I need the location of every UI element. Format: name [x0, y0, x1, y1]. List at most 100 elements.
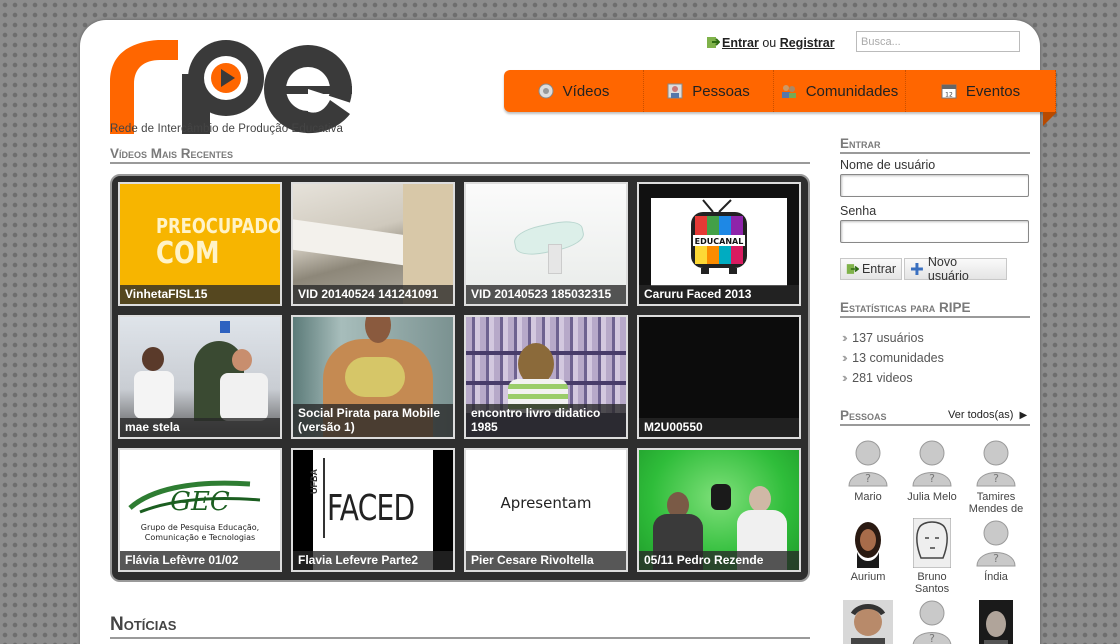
user-drawing-avatar: [913, 518, 951, 568]
video-thumb[interactable]: VID 20140524 141241091: [291, 182, 455, 306]
video-thumb-vinhetafisl15[interactable]: PREOCUPADO COM VinhetaFISL15: [118, 182, 282, 306]
video-thumb[interactable]: 05/11 Pedro Rezende: [637, 448, 801, 572]
video-icon: [538, 83, 554, 99]
brand-tagline: Rede de Intercâmbio de Produção Educativ…: [110, 123, 343, 135]
video-thumb[interactable]: VID 20140523 185032315: [464, 182, 628, 306]
video-thumb[interactable]: Apresentam Pier Cesare Rivoltella: [464, 448, 628, 572]
overlay-text: UFBA: [309, 469, 319, 494]
person-name: Índia: [984, 571, 1008, 583]
video-thumb[interactable]: mae stela: [118, 315, 282, 439]
user-photo-avatar: [847, 518, 889, 568]
svg-text:Comunicação e Tecnologias: Comunicação e Tecnologias: [145, 533, 255, 542]
person-name: Aurium: [850, 571, 886, 583]
svg-text:?: ?: [993, 552, 999, 565]
login-link[interactable]: Entrar: [722, 36, 759, 50]
person-card[interactable]: ?: [900, 598, 964, 644]
person-name: Mario: [854, 491, 882, 503]
videos-heading: Vídeos Mais Recentes: [110, 146, 810, 164]
default-avatar-icon: ?: [976, 440, 1016, 487]
login-button-label: Entrar: [861, 262, 896, 276]
news-heading: Notícias: [110, 614, 810, 639]
top-auth-links: Entrar ou Registrar: [706, 35, 835, 50]
person-icon: [667, 83, 683, 99]
new-user-button[interactable]: Novo usuário: [904, 255, 1007, 283]
stat-item: ›› 137 usuários: [842, 330, 924, 345]
calendar-icon: 12: [941, 84, 957, 99]
person-card[interactable]: ? Tamires Mendes de: [964, 438, 1028, 515]
video-title: 05/11 Pedro Rezende: [639, 551, 799, 570]
person-card[interactable]: Bruno Santos: [900, 518, 964, 595]
video-thumb[interactable]: UFBA FACED Flavia Lefevre Parte2: [291, 448, 455, 572]
nav-communities[interactable]: Comunidades: [774, 70, 906, 112]
video-thumb[interactable]: GEC Grupo de Pesquisa Educação, Comunica…: [118, 448, 282, 572]
video-title: VinhetaFISL15: [120, 285, 280, 304]
nav-events[interactable]: 12 Eventos: [906, 70, 1056, 112]
default-avatar-icon: ?: [912, 440, 952, 487]
password-field[interactable]: [840, 220, 1029, 243]
arrow-right-icon: ▶: [1019, 410, 1028, 421]
register-link[interactable]: Registrar: [780, 36, 835, 50]
svg-text:?: ?: [993, 472, 999, 485]
overlay-text: PREOCUPADO: [156, 214, 282, 238]
video-thumb[interactable]: M2U00550: [637, 315, 801, 439]
person-card[interactable]: ? Mario: [836, 438, 900, 503]
svg-text:EDUCANAL: EDUCANAL: [695, 237, 744, 246]
see-all-people-link[interactable]: Ver todos(as) ▶: [948, 409, 1027, 421]
login-heading: Entrar: [840, 136, 1030, 154]
nav-events-label: Eventos: [965, 82, 1021, 100]
nav-people-label: Pessoas: [692, 82, 750, 100]
person-card[interactable]: [836, 600, 900, 644]
video-title: M2U00550: [639, 418, 799, 437]
nav-communities-label: Comunidades: [805, 82, 899, 100]
default-avatar-icon: ?: [848, 440, 888, 487]
overlay-text: Apresentam: [500, 494, 592, 512]
video-thumb[interactable]: Social Pirata para Mobile (versão 1): [291, 315, 455, 439]
community-icon: [781, 85, 796, 98]
nav-videos-label: Vídeos: [562, 82, 610, 100]
user-photo-avatar: [979, 600, 1013, 644]
search-input[interactable]: [856, 31, 1020, 52]
login-icon: [707, 37, 720, 48]
nav-videos[interactable]: Vídeos: [504, 70, 644, 112]
person-card[interactable]: Aurium: [836, 518, 900, 583]
video-thumb[interactable]: encontro livro didatico 1985: [464, 315, 628, 439]
login-icon: [846, 264, 859, 274]
main-navigation: Vídeos Pessoas Comunidades 12 Eventos: [504, 70, 1057, 126]
video-title: VID 20140524 141241091: [293, 285, 453, 304]
login-button[interactable]: Entrar: [840, 258, 902, 280]
person-name: Bruno Santos: [914, 571, 950, 595]
person-name: Tamires Mendes de: [968, 491, 1024, 515]
page-container: Rede de Intercâmbio de Produção Educativ…: [80, 20, 1057, 644]
password-label: Senha: [840, 204, 877, 218]
video-title: encontro livro didatico 1985: [466, 404, 626, 437]
nav-people[interactable]: Pessoas: [644, 70, 774, 112]
svg-text:?: ?: [865, 472, 871, 485]
chevron-right-icon: ››: [842, 350, 847, 365]
or-text: ou: [762, 36, 777, 50]
video-thumb[interactable]: EDUCANAL Caruru Faced 2013: [637, 182, 801, 306]
chevron-right-icon: ››: [842, 370, 847, 385]
nav-fold-decoration: [1043, 112, 1057, 126]
user-photo-avatar: [843, 600, 893, 644]
chevron-right-icon: ››: [842, 330, 847, 345]
video-title: Pier Cesare Rivoltella: [466, 551, 626, 570]
svg-text:GEC: GEC: [170, 487, 230, 517]
username-field[interactable]: [840, 174, 1029, 197]
video-preview: EDUCANAL: [651, 198, 787, 286]
educanal-tv-icon: EDUCANAL: [691, 199, 747, 274]
svg-text:Grupo de Pesquisa Educação,: Grupo de Pesquisa Educação,: [141, 523, 259, 532]
video-grid: PREOCUPADO COM VinhetaFISL15 VID 2014052…: [110, 174, 810, 582]
person-card[interactable]: ? Julia Melo: [900, 438, 964, 503]
svg-text:?: ?: [929, 632, 935, 644]
overlay-text: FACED: [327, 488, 415, 529]
video-title: VID 20140523 185032315: [466, 285, 626, 304]
stat-item: ›› 281 videos: [842, 370, 913, 385]
username-label: Nome de usuário: [840, 158, 936, 172]
overlay-text: COM: [156, 236, 220, 271]
video-title: Flavia Lefevre Parte2: [293, 551, 453, 570]
person-card[interactable]: [964, 600, 1028, 644]
person-card[interactable]: ? Índia: [964, 518, 1028, 583]
svg-text:?: ?: [929, 472, 935, 485]
svg-text:12: 12: [945, 92, 953, 99]
default-avatar-icon: ?: [976, 520, 1016, 567]
